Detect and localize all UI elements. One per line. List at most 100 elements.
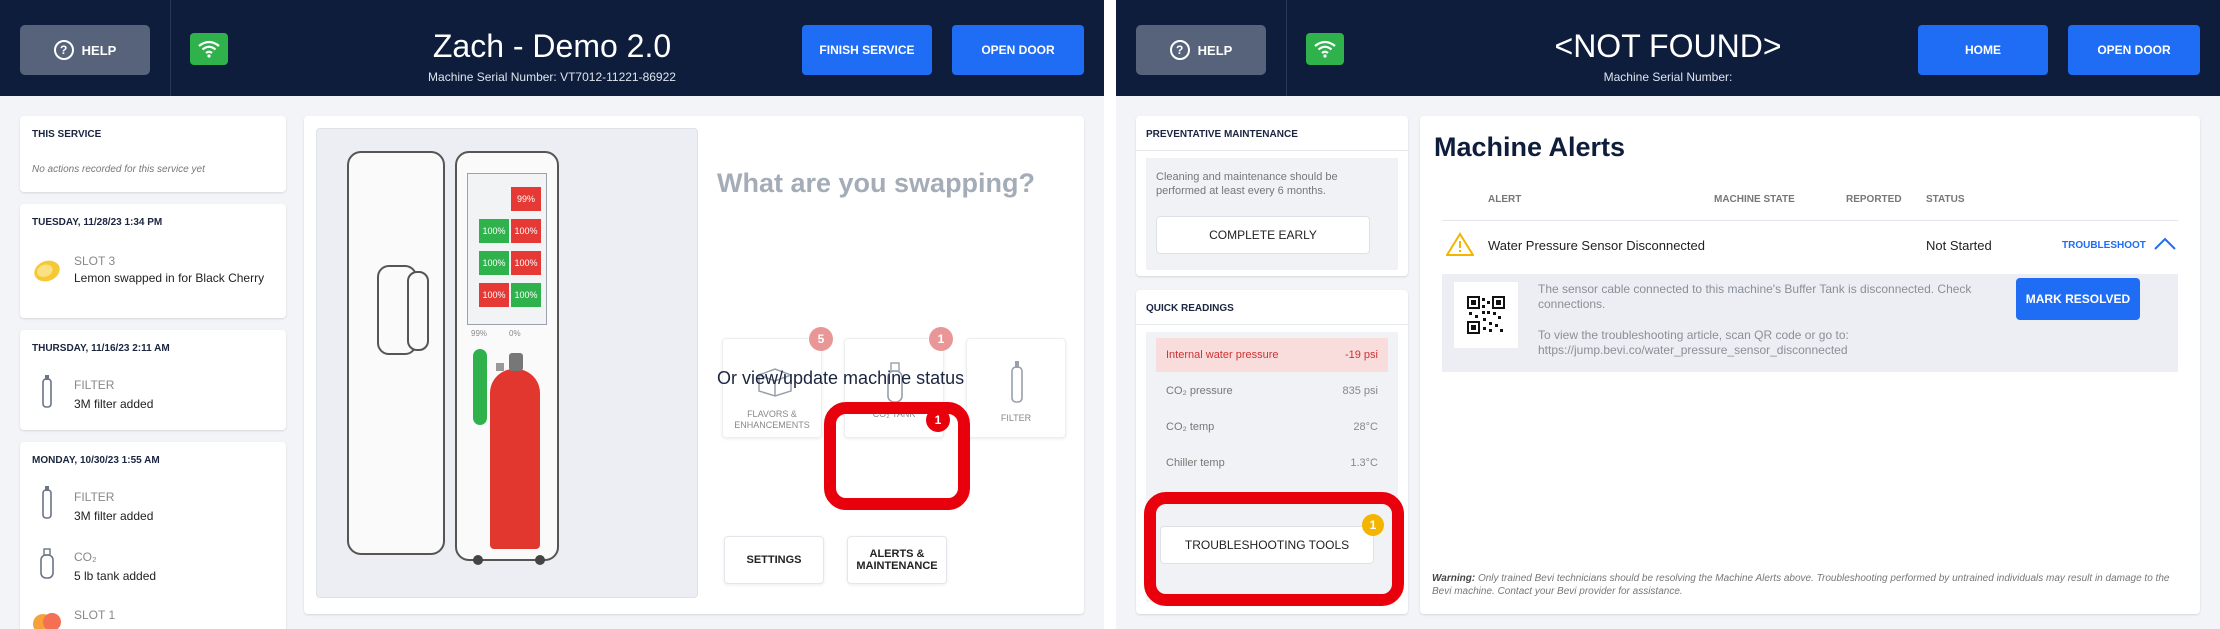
alert-name: Water Pressure Sensor Disconnected — [1488, 238, 1706, 253]
history-card: MONDAY, 10/30/23 1:55 AM FILTER 3M filte… — [20, 442, 286, 629]
reading-value: -19 psi — [1344, 349, 1378, 361]
water-level-label: 99% — [471, 329, 488, 338]
status-heading: Or view/update machine status — [717, 368, 965, 388]
history-item-label: CO₂ — [74, 550, 97, 564]
reading-label: CO₂ temp — [1166, 421, 1215, 433]
column-header: ALERT — [1488, 194, 1522, 205]
reading-label: Internal water pressure — [1166, 349, 1279, 361]
alerts-panel: Machine Alerts ALERT MACHINE STATE REPOR… — [1420, 116, 2200, 614]
warning-footer: Warning: Only trained Bevi technicians s… — [1432, 572, 2188, 598]
warning-icon — [1445, 232, 1475, 261]
maintenance-card: PREVENTATIVE MAINTENANCE Cleaning and ma… — [1136, 116, 1408, 276]
section-title: QUICK READINGS — [1146, 303, 1234, 314]
reading-label: Chiller temp — [1166, 457, 1225, 469]
complete-early-button[interactable]: COMPLETE EARLY — [1156, 216, 1370, 254]
co2-tank[interactable] — [490, 369, 540, 549]
alert-detail-text: To view the troubleshooting article, sca… — [1538, 328, 1849, 342]
warning-text: Only trained Bevi technicians should be … — [1432, 573, 2170, 597]
wheel — [473, 555, 483, 565]
top-bar: ? HELP <NOT FOUND> Machine Serial Number… — [1116, 0, 2220, 96]
this-service-card: THIS SERVICE No actions recorded for thi… — [20, 116, 286, 192]
history-item-text: 3M filter added — [74, 397, 154, 411]
reading-value: 835 psi — [1342, 385, 1378, 397]
filter-icon — [32, 375, 62, 409]
open-door-button[interactable]: OPEN DOOR — [2068, 25, 2200, 75]
water-tank — [473, 349, 487, 425]
history-item-label: SLOT 3 — [74, 254, 116, 268]
filter-tile-label: FILTER — [1000, 413, 1032, 423]
flavor-slot[interactable]: 100% — [479, 251, 509, 275]
history-date: THURSDAY, 11/16/23 2:11 AM — [32, 343, 170, 354]
main-panel: 99% 100% 100% 100% 100% 100% 100% 99% 0%… — [304, 116, 1084, 614]
troubleshooting-tools-button[interactable]: TROUBLESHOOTING TOOLS — [1160, 526, 1374, 564]
machine-name: Zach - Demo 2.0 — [432, 28, 672, 64]
column-header: STATUS — [1926, 194, 1965, 205]
open-door-button[interactable]: OPEN DOOR — [952, 25, 1084, 75]
serial-number: Machine Serial Number: — [1603, 70, 1733, 84]
troubleshoot-url[interactable]: https://jump.bevi.co/water_pressure_sens… — [1538, 343, 1848, 357]
co2-level-label: 0% — [509, 329, 521, 338]
history-date: MONDAY, 10/30/23 1:55 AM — [32, 455, 160, 466]
machine-cabinet: 99% 100% 100% 100% 100% 100% 100% 99% 0% — [455, 151, 559, 565]
tools-count-badge: 1 — [1362, 514, 1384, 536]
empty-state-text: No actions recorded for this service yet — [32, 164, 205, 175]
reading-row: CO₂ pressure 835 psi — [1156, 374, 1388, 408]
alerts-maintenance-button[interactable]: ALERTS & MAINTENANCE — [847, 536, 947, 584]
machine-diagram: 99% 100% 100% 100% 100% 100% 100% 99% 0% — [316, 128, 698, 598]
history-card: THURSDAY, 11/16/23 2:11 AM FILTER 3M fil… — [20, 330, 286, 430]
reading-row: Chiller temp 1.3°C — [1156, 446, 1388, 480]
filter-icon — [1009, 361, 1025, 408]
home-button[interactable]: HOME — [1918, 25, 2048, 75]
history-item-label: SLOT 1 — [74, 608, 116, 622]
history-item-text: 5 lb tank added — [74, 569, 157, 583]
flavors-count-badge: 5 — [809, 327, 833, 351]
history-item-text: 3M filter added — [74, 509, 154, 523]
troubleshoot-link[interactable]: TROUBLESHOOT — [2062, 240, 2146, 251]
history-date: TUESDAY, 11/28/23 1:34 PM — [32, 217, 163, 228]
divider — [1136, 324, 1408, 325]
flavor-slot[interactable]: 100% — [479, 219, 509, 243]
mark-resolved-button[interactable]: MARK RESOLVED — [2016, 278, 2140, 320]
history-card: TUESDAY, 11/28/23 1:34 PM SLOT 3 Lemon s… — [20, 204, 286, 318]
reading-value: 28°C — [1353, 421, 1378, 433]
lemon-icon — [32, 254, 62, 288]
maintenance-text: Cleaning and maintenance should be perfo… — [1156, 171, 1338, 197]
filter-tile[interactable]: FILTER — [966, 338, 1066, 438]
warning-label: Warning: — [1432, 573, 1476, 584]
history-item-label: FILTER — [74, 490, 115, 504]
flavors-tile-label: FLAVORS & ENHANCEMENTS — [734, 409, 810, 430]
settings-button[interactable]: SETTINGS — [724, 536, 824, 584]
alerts-screen: ? HELP <NOT FOUND> Machine Serial Number… — [1116, 0, 2220, 629]
section-title: THIS SERVICE — [32, 129, 102, 140]
alerts-count-badge: 1 — [926, 408, 950, 432]
alert-row[interactable]: Water Pressure Sensor Disconnected Not S… — [1442, 222, 2178, 266]
machine-door — [347, 151, 445, 555]
grapefruit-icon — [32, 604, 62, 629]
swap-heading: What are you swapping? — [717, 168, 1036, 198]
flavor-slot[interactable]: 100% — [511, 283, 541, 307]
history-item-label: FILTER — [74, 378, 115, 392]
flavor-slot[interactable]: 100% — [479, 283, 509, 307]
filter-icon — [32, 486, 62, 520]
reading-row: CO₂ temp 28°C — [1156, 410, 1388, 444]
divider — [1136, 150, 1408, 151]
history-item-text: Lemon swapped in for Black Cherry — [74, 271, 265, 285]
reading-label: CO₂ pressure — [1166, 385, 1233, 397]
co2-valve — [496, 363, 504, 371]
alert-detail: The sensor cable connected to this machi… — [1442, 274, 2178, 372]
chevron-up-icon[interactable] — [2154, 236, 2176, 255]
flavor-slot[interactable]: 99% — [511, 187, 541, 211]
serial-number: Machine Serial Number: VT7012-11221-8692… — [428, 70, 676, 84]
column-header: REPORTED — [1846, 194, 1902, 205]
flavor-slot[interactable]: 100% — [511, 219, 541, 243]
alert-status: Not Started — [1926, 238, 1992, 253]
qr-code — [1454, 282, 1518, 348]
service-screen: ? HELP Zach - Demo 2.0 Machine Serial Nu… — [0, 0, 1104, 629]
page-title: Machine Alerts — [1434, 132, 1626, 162]
alert-detail-text: The sensor cable connected to this machi… — [1538, 282, 1972, 311]
finish-service-button[interactable]: FINISH SERVICE — [802, 25, 932, 75]
divider — [1442, 220, 2178, 221]
flavor-slot[interactable]: 100% — [511, 251, 541, 275]
co2-regulator — [509, 353, 523, 371]
reading-row-alert: Internal water pressure -19 psi — [1156, 338, 1388, 372]
